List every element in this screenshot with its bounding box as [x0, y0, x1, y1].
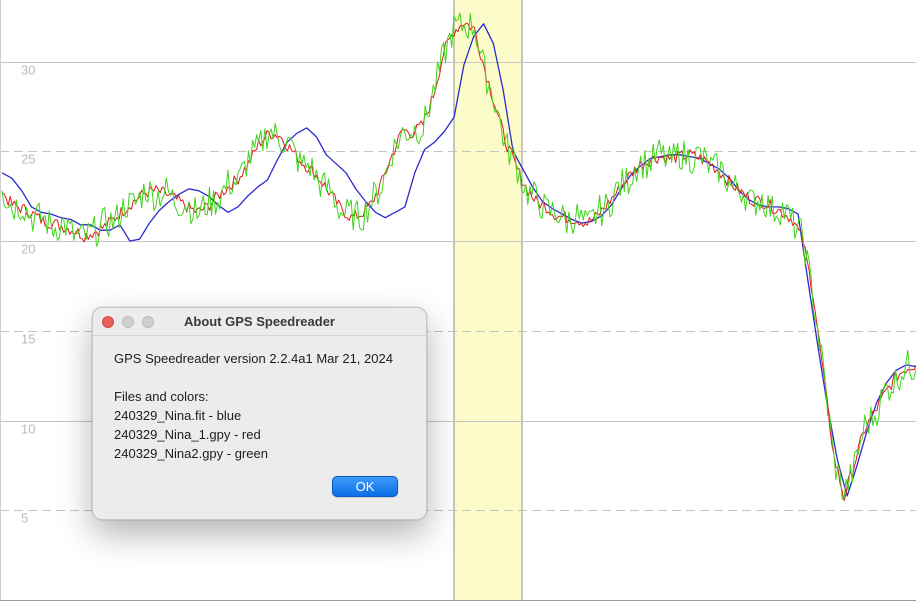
about-dialog: About GPS Speedreader GPS Speedreader ve…	[92, 307, 427, 520]
y-tick-label: 5	[21, 511, 28, 526]
y-tick-label: 15	[21, 332, 35, 347]
version-text: GPS Speedreader version 2.2.4a1 Mar 21, …	[114, 351, 393, 366]
y-tick-label: 10	[21, 422, 35, 437]
dialog-titlebar[interactable]: About GPS Speedreader	[93, 308, 426, 336]
y-tick-label: 30	[21, 63, 35, 78]
y-tick-label: 20	[21, 242, 35, 257]
dialog-title: About GPS Speedreader	[184, 314, 335, 329]
y-tick-label: 25	[21, 152, 35, 167]
files-heading: Files and colors:	[114, 389, 209, 404]
file-entry-red: 240329_Nina_1.gpy - red	[114, 427, 261, 442]
file-entry-blue: 240329_Nina.fit - blue	[114, 408, 242, 423]
file-entry-green: 240329_Nina2.gpy - green	[114, 446, 268, 461]
ok-button[interactable]: OK	[332, 476, 398, 497]
dialog-body: GPS Speedreader version 2.2.4a1 Mar 21, …	[114, 349, 393, 463]
